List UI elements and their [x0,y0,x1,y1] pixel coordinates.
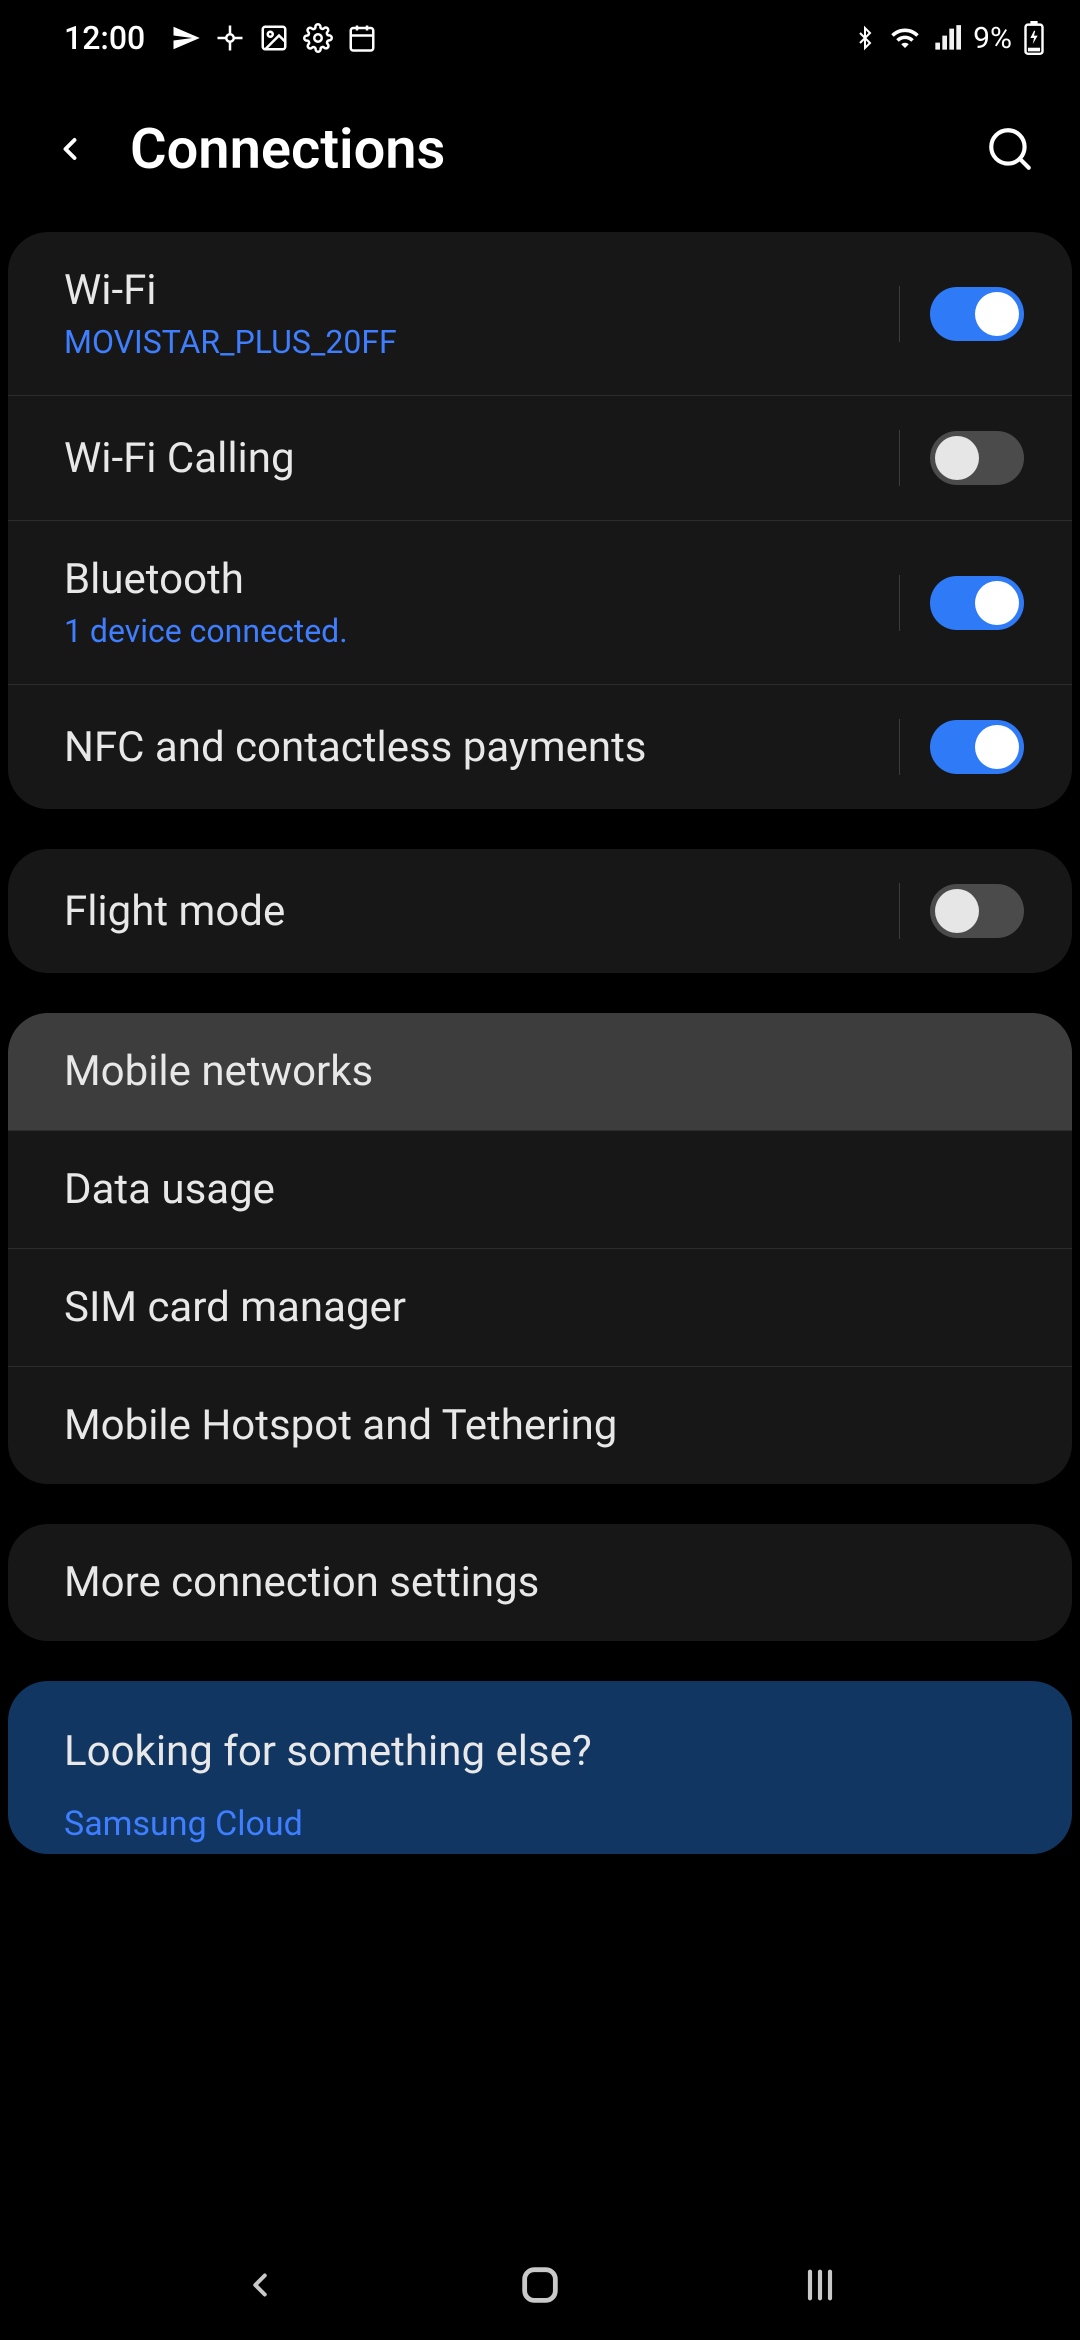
home-square-icon [517,2262,563,2308]
nfc-toggle[interactable] [930,720,1024,774]
toggle-thumb [935,889,979,933]
settings-status-icon [303,23,333,53]
wifi-status-icon [889,23,921,53]
pinwheel-icon [215,23,245,53]
status-right: 9% [853,21,1044,56]
battery-percent: 9% [973,21,1012,56]
wifi-calling-toggle[interactable] [930,431,1024,485]
divider [899,719,900,775]
photo-icon [259,23,289,53]
toggle-thumb [935,436,979,480]
suggestion-card[interactable]: Looking for something else? Samsung Clou… [8,1681,1072,1854]
divider [899,575,900,631]
flight-mode-toggle[interactable] [930,884,1024,938]
connections-group-1: Wi-Fi MOVISTAR_PLUS_20FF Wi-Fi Calling B… [8,232,1072,809]
nfc-title: NFC and contactless payments [64,723,899,772]
hotspot-text: Mobile Hotspot and Tethering [64,1401,1024,1450]
bluetooth-status-icon [853,23,877,53]
status-time: 12:00 [64,19,145,57]
page-title: Connections [130,116,950,182]
sim-manager-row[interactable]: SIM card manager [8,1248,1072,1366]
bluetooth-text: Bluetooth 1 device connected. [64,555,899,650]
connections-group-4: More connection settings [8,1524,1072,1641]
toggle-thumb [975,725,1019,769]
divider [899,430,900,486]
connections-group-2: Flight mode [8,849,1072,973]
chevron-left-icon [52,126,88,172]
hotspot-title: Mobile Hotspot and Tethering [64,1401,1024,1450]
navigation-bar [0,2230,1080,2340]
wifi-toggle[interactable] [930,287,1024,341]
nfc-row[interactable]: NFC and contactless payments [8,684,1072,809]
chevron-left-icon [241,2263,279,2307]
bluetooth-toggle[interactable] [930,576,1024,630]
more-settings-title: More connection settings [64,1558,1024,1607]
search-button[interactable] [980,119,1040,179]
flight-mode-text: Flight mode [64,887,899,936]
search-icon [985,124,1035,174]
data-usage-title: Data usage [64,1165,1024,1214]
nfc-text: NFC and contactless payments [64,723,899,772]
flight-mode-title: Flight mode [64,887,899,936]
wifi-subtitle: MOVISTAR_PLUS_20FF [64,323,899,361]
mobile-networks-text: Mobile networks [64,1047,1024,1096]
divider [899,883,900,939]
wifi-calling-row[interactable]: Wi-Fi Calling [8,395,1072,520]
suggestion-link-samsung-cloud[interactable]: Samsung Cloud [64,1804,1016,1844]
telegram-icon [171,23,201,53]
status-bar: 12:00 9% [0,0,1080,76]
connections-group-3: Mobile networks Data usage SIM card mana… [8,1013,1072,1484]
content: Wi-Fi MOVISTAR_PLUS_20FF Wi-Fi Calling B… [0,232,1080,1854]
more-settings-text: More connection settings [64,1558,1024,1607]
data-usage-text: Data usage [64,1165,1024,1214]
data-usage-row[interactable]: Data usage [8,1130,1072,1248]
bluetooth-subtitle: 1 device connected. [64,612,899,650]
suggestion-title: Looking for something else? [64,1727,1016,1776]
hotspot-row[interactable]: Mobile Hotspot and Tethering [8,1366,1072,1484]
status-left: 12:00 [64,19,377,57]
mobile-networks-row[interactable]: Mobile networks [8,1013,1072,1130]
sim-manager-title: SIM card manager [64,1283,1024,1332]
bluetooth-row[interactable]: Bluetooth 1 device connected. [8,520,1072,684]
nav-recents-button[interactable] [790,2255,850,2315]
nav-back-button[interactable] [230,2255,290,2315]
nav-home-button[interactable] [510,2255,570,2315]
wifi-title: Wi-Fi [64,266,899,315]
recents-icon [800,2265,840,2305]
wifi-calling-text: Wi-Fi Calling [64,434,899,483]
sim-manager-text: SIM card manager [64,1283,1024,1332]
toggle-thumb [975,292,1019,336]
calendar-status-icon [347,23,377,53]
page-header: Connections [0,76,1080,232]
toggle-thumb [975,581,1019,625]
wifi-text: Wi-Fi MOVISTAR_PLUS_20FF [64,266,899,361]
more-settings-row[interactable]: More connection settings [8,1524,1072,1641]
battery-status-icon [1024,21,1044,55]
wifi-row[interactable]: Wi-Fi MOVISTAR_PLUS_20FF [8,232,1072,395]
back-button[interactable] [40,119,100,179]
bluetooth-title: Bluetooth [64,555,899,604]
wifi-calling-title: Wi-Fi Calling [64,434,899,483]
mobile-networks-title: Mobile networks [64,1047,1024,1096]
signal-status-icon [933,23,961,53]
divider [899,286,900,342]
flight-mode-row[interactable]: Flight mode [8,849,1072,973]
